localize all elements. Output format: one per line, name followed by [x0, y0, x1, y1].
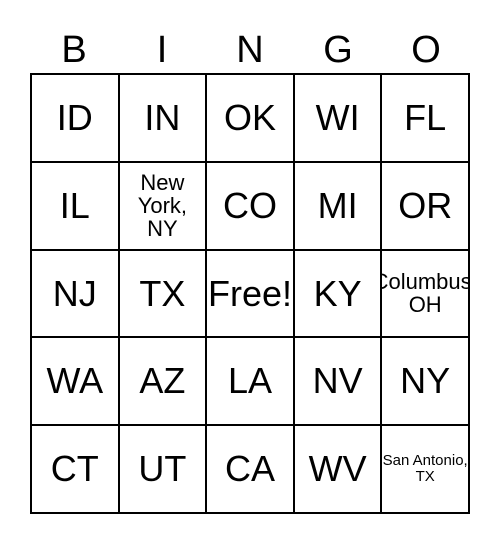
- bingo-cell[interactable]: LA: [206, 337, 294, 426]
- bingo-cell[interactable]: OR: [381, 161, 469, 250]
- bingo-cell[interactable]: OK: [206, 74, 294, 162]
- bingo-cell[interactable]: AZ: [118, 337, 207, 426]
- bingo-cell[interactable]: CA: [206, 425, 294, 513]
- bingo-cell[interactable]: NY: [381, 337, 469, 426]
- header-letter: G: [323, 29, 353, 71]
- bingo-cell[interactable]: WI: [293, 74, 382, 162]
- bingo-cell[interactable]: ID: [31, 74, 119, 162]
- bingo-cell[interactable]: New York, NY: [118, 161, 207, 250]
- bingo-cell[interactable]: NJ: [31, 249, 119, 338]
- bingo-grid: ID IN OK WI FL IL New York, NY CO MI OR NJ TX Free! K…: [30, 73, 470, 514]
- bingo-header: BINGO: [30, 26, 470, 74]
- bingo-cell[interactable]: UT: [118, 425, 207, 513]
- header-letter: O: [411, 29, 441, 71]
- bingo-cell[interactable]: CT: [31, 425, 119, 513]
- bingo-cell[interactable]: NV: [293, 337, 382, 426]
- bingo-cell[interactable]: KY: [293, 249, 382, 338]
- bingo-cell[interactable]: WV: [293, 425, 382, 513]
- bingo-cell[interactable]: IL: [31, 161, 119, 250]
- bingo-cell[interactable]: MI: [293, 161, 382, 250]
- bingo-cell[interactable]: Columbus, OH: [381, 249, 469, 338]
- bingo-cell[interactable]: WA: [31, 337, 119, 426]
- header-letter: I: [156, 29, 168, 71]
- header-letter: B: [61, 29, 87, 71]
- bingo-cell[interactable]: TX: [118, 249, 207, 338]
- bingo-cell[interactable]: FL: [381, 74, 469, 162]
- bingo-cell[interactable]: San Antonio, TX: [381, 425, 469, 513]
- bingo-cell[interactable]: CO: [206, 161, 294, 250]
- free-space[interactable]: Free!: [206, 249, 294, 338]
- bingo-cell[interactable]: IN: [118, 74, 207, 162]
- header-letter: N: [236, 29, 264, 71]
